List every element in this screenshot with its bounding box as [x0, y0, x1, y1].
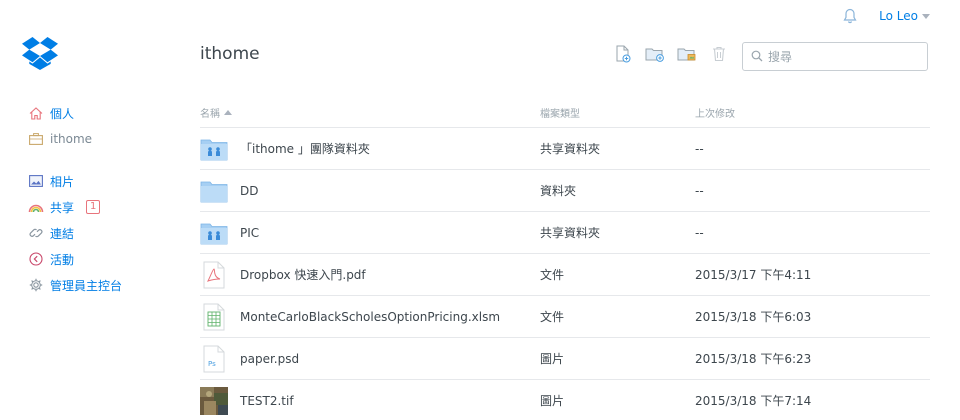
search-box[interactable] [742, 42, 928, 71]
column-header-name[interactable]: 名稱 [200, 105, 540, 120]
sidebar-item-personal[interactable]: 個人 [28, 100, 178, 126]
sidebar-group-nav: 相片 共享 1 連結 活動 管理員主控台 [28, 168, 178, 298]
table-row[interactable]: 「ithome 」團隊資料夾 共享資料夾 -- [200, 128, 930, 170]
file-name[interactable]: DD [240, 184, 258, 198]
sidebar-item-label: 管理員主控台 [50, 278, 123, 293]
sidebar-item-label: 共享 [50, 200, 75, 215]
activity-icon [28, 251, 44, 267]
photos-icon [28, 173, 44, 189]
file-type: 文件 [540, 310, 565, 324]
notification-badge: 1 [86, 200, 101, 214]
sidebar: 個人 ithome 相片 共享 1 連結 活動 管理員主控台 [28, 100, 178, 314]
file-name[interactable]: Dropbox 快速入門.pdf [240, 266, 366, 283]
file-modified: 2015/3/17 下午4:11 [695, 268, 812, 282]
table-row[interactable]: MonteCarloBlackScholesOptionPricing.xlsm… [200, 296, 930, 338]
table-row[interactable]: DD 資料夾 -- [200, 170, 930, 212]
file-modified: -- [695, 183, 704, 198]
file-modified: 2015/3/18 下午7:14 [695, 394, 812, 408]
file-type: 共享資料夾 [540, 226, 601, 240]
sidebar-item-label: 個人 [50, 106, 75, 121]
new-folder-icon [645, 46, 665, 66]
new-shared-folder-button[interactable] [676, 46, 698, 66]
sidebar-item-label: ithome [50, 132, 93, 146]
gear-icon [28, 277, 44, 293]
user-name: Lo Leo [879, 9, 918, 23]
file-type: 文件 [540, 268, 565, 282]
trash-icon [712, 46, 726, 66]
upload-file-button[interactable] [612, 45, 634, 67]
psd-icon: Ps [200, 345, 228, 373]
spreadsheet-icon [200, 303, 228, 331]
table-row[interactable]: Dropbox 快速入門.pdf 文件 2015/3/17 下午4:11 [200, 254, 930, 296]
shared-folder-icon [200, 219, 228, 247]
home-icon [28, 105, 44, 121]
table-row[interactable]: TEST2.tif 圖片 2015/3/18 下午7:14 [200, 380, 930, 420]
sidebar-item-label: 相片 [50, 174, 75, 189]
image-thumbnail-icon [200, 386, 228, 415]
column-header-type[interactable]: 檔案類型 [540, 105, 695, 120]
shared-folder-icon [200, 135, 228, 163]
table-header: 名稱 檔案類型 上次修改 [200, 98, 930, 128]
table-row[interactable]: Ps paper.psd 圖片 2015/3/18 下午6:23 [200, 338, 930, 380]
file-name[interactable]: TEST2.tif [240, 394, 294, 408]
briefcase-icon [28, 131, 44, 147]
sidebar-item-photos[interactable]: 相片 [28, 168, 178, 194]
search-icon [751, 47, 763, 66]
dropbox-logo[interactable] [22, 36, 62, 72]
page-title: ithome [200, 44, 260, 64]
file-modified: -- [695, 141, 704, 156]
upload-file-icon [615, 45, 631, 67]
file-type: 共享資料夾 [540, 142, 601, 156]
file-name[interactable]: MonteCarloBlackScholesOptionPricing.xlsm [240, 310, 500, 324]
file-modified: 2015/3/18 下午6:23 [695, 352, 812, 366]
bell-icon[interactable] [841, 7, 859, 25]
sidebar-item-label: 連結 [50, 226, 75, 241]
file-type: 圖片 [540, 352, 565, 366]
sidebar-group-accounts: 個人 ithome [28, 100, 178, 152]
pdf-icon [200, 261, 228, 289]
rainbow-icon [28, 199, 44, 215]
file-type: 圖片 [540, 394, 565, 408]
table-row[interactable]: PIC 共享資料夾 -- [200, 212, 930, 254]
sidebar-item-links[interactable]: 連結 [28, 220, 178, 246]
sidebar-item-admin-console[interactable]: 管理員主控台 [28, 272, 178, 298]
sidebar-item-label: 活動 [50, 252, 75, 267]
link-icon [28, 225, 44, 241]
sidebar-item-sharing[interactable]: 共享 1 [28, 194, 178, 220]
shared-folder-icon [677, 46, 697, 66]
column-header-modified[interactable]: 上次修改 [695, 105, 930, 120]
delete-button[interactable] [708, 46, 730, 66]
toolbar [612, 45, 730, 67]
file-name[interactable]: 「ithome 」團隊資料夾 [240, 140, 370, 157]
file-type: 資料夾 [540, 184, 577, 198]
sort-ascending-icon [224, 110, 232, 115]
file-modified: -- [695, 225, 704, 240]
user-menu[interactable]: Lo Leo [879, 9, 930, 23]
sidebar-item-ithome[interactable]: ithome [28, 126, 178, 152]
file-modified: 2015/3/18 下午6:03 [695, 310, 812, 324]
file-name[interactable]: paper.psd [240, 352, 299, 366]
svg-text:Ps: Ps [208, 360, 216, 368]
search-input[interactable] [768, 49, 918, 64]
folder-icon [200, 177, 228, 205]
file-table: 名稱 檔案類型 上次修改 「ithome 」團隊資料夾 共享資料夾 -- DD … [200, 98, 930, 420]
new-folder-button[interactable] [644, 46, 666, 66]
sidebar-item-activity[interactable]: 活動 [28, 246, 178, 272]
top-bar: Lo Leo [841, 0, 960, 32]
chevron-down-icon [922, 14, 930, 19]
file-name[interactable]: PIC [240, 226, 259, 240]
